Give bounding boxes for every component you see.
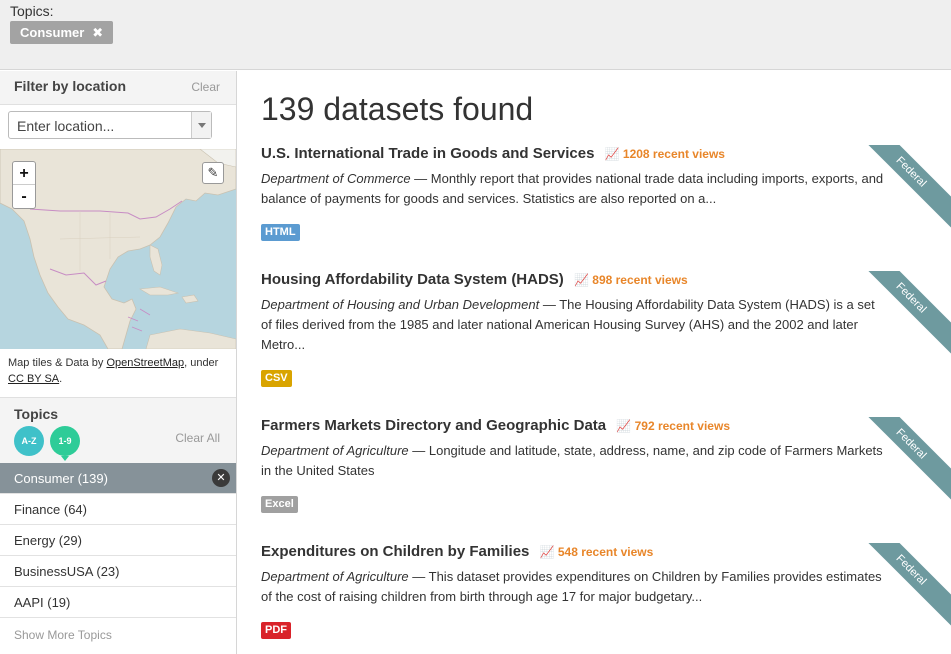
zoom-in-button[interactable]: + — [13, 162, 35, 185]
dataset-item: U.S. International Trade in Goods and Se… — [261, 145, 951, 267]
topics-label: Topics: — [10, 3, 54, 19]
dataset-title-link[interactable]: Farmers Markets Directory and Geographic… — [261, 417, 606, 434]
recent-views: 📈 792 recent views — [616, 419, 730, 433]
trending-icon: 📈 — [616, 419, 632, 433]
location-placeholder: Enter location... — [17, 118, 115, 134]
dataset-org: Department of Agriculture — [261, 569, 409, 584]
topics-header: Topics A-Z 1-9 Clear All — [0, 397, 236, 463]
results-count-heading: 139 datasets found — [261, 91, 534, 127]
show-more-topics-link[interactable]: Show More Topics — [14, 628, 112, 642]
attribution-prefix: Map tiles & Data by — [8, 357, 107, 369]
topic-item-label: Energy (29) — [14, 533, 82, 548]
topic-list: Consumer (139) ✕ Finance (64) Energy (29… — [0, 463, 236, 618]
views-count: 792 recent views — [634, 419, 730, 433]
map-attribution: Map tiles & Data by OpenStreetMap, under… — [8, 355, 233, 387]
dataset-org: Department of Housing and Urban Developm… — [261, 297, 540, 312]
dataset-description: Department of Agriculture — This dataset… — [261, 567, 889, 607]
trending-icon: 📈 — [573, 273, 589, 287]
dataset-description: Department of Agriculture — Longitude an… — [261, 441, 889, 481]
recent-views: 📈 898 recent views — [574, 273, 688, 287]
results-panel: 139 datasets found U.S. International Tr… — [261, 71, 951, 654]
active-topics-bar: Topics: Consumer ✖ — [0, 0, 951, 70]
filter-location-title: Filter by location — [14, 78, 127, 94]
openstreetmap-link[interactable]: OpenStreetMap — [106, 357, 184, 369]
topics-title: Topics — [14, 406, 59, 422]
dataset-title-row: Farmers Markets Directory and Geographic… — [261, 417, 730, 434]
attribution-mid: , under — [184, 357, 219, 369]
dataset-title-link[interactable]: Housing Affordability Data System (HADS) — [261, 271, 564, 288]
topic-item-label: AAPI (19) — [14, 595, 71, 610]
format-badge-csv[interactable]: CSV — [261, 370, 292, 387]
recent-views: 📈 548 recent views — [540, 545, 654, 559]
dataset-org: Department of Commerce — [261, 171, 411, 186]
dataset-item: Farmers Markets Directory and Geographic… — [261, 417, 951, 539]
zoom-out-button[interactable]: - — [13, 185, 35, 208]
dataset-description: Department of Housing and Urban Developm… — [261, 295, 889, 355]
topic-item-label: Finance (64) — [14, 502, 87, 517]
topic-item-label: Consumer (139) — [14, 471, 108, 486]
topic-item-consumer[interactable]: Consumer (139) ✕ — [0, 463, 236, 494]
topic-chip-consumer[interactable]: Consumer ✖ — [10, 21, 114, 44]
chevron-down-icon[interactable] — [191, 112, 211, 138]
views-count: 1208 recent views — [622, 147, 725, 161]
topic-item-aapi[interactable]: AAPI (19) — [0, 587, 236, 618]
filter-location-clear-button[interactable]: Clear — [191, 80, 220, 94]
map-zoom-control: + - — [12, 161, 36, 209]
location-map[interactable]: + - ✎ — [0, 149, 236, 349]
dataset-title-row: U.S. International Trade in Goods and Se… — [261, 145, 725, 162]
dataset-title-link[interactable]: U.S. International Trade in Goods and Se… — [261, 145, 594, 162]
dataset-item: Housing Affordability Data System (HADS)… — [261, 271, 951, 393]
topic-item-finance[interactable]: Finance (64) — [0, 494, 236, 525]
format-badge-pdf[interactable]: PDF — [261, 622, 291, 639]
dataset-title-link[interactable]: Expenditures on Children by Families — [261, 543, 529, 560]
topic-item-energy[interactable]: Energy (29) — [0, 525, 236, 556]
topic-item-label: BusinessUSA (23) — [14, 564, 120, 579]
location-select[interactable]: Enter location... — [8, 111, 212, 139]
recent-views: 📈 1208 recent views — [605, 147, 725, 161]
dataset-org: Department of Agriculture — [261, 443, 409, 458]
views-count: 898 recent views — [592, 273, 688, 287]
format-badge-html[interactable]: HTML — [261, 224, 300, 241]
trending-icon: 📈 — [539, 545, 555, 559]
sidebar: Filter by location Clear Enter location.… — [0, 71, 237, 654]
dataset-description: Department of Commerce — Monthly report … — [261, 169, 889, 209]
topic-item-businessusa[interactable]: BusinessUSA (23) — [0, 556, 236, 587]
format-badge-excel[interactable]: Excel — [261, 496, 298, 513]
attribution-end: . — [59, 373, 63, 385]
close-icon[interactable]: ✖ — [92, 21, 103, 44]
filter-location-header: Filter by location Clear — [0, 71, 236, 105]
topics-clear-all-button[interactable]: Clear All — [175, 431, 220, 445]
cc-by-sa-link[interactable]: CC BY SA — [8, 373, 59, 385]
close-icon[interactable]: ✕ — [212, 469, 230, 487]
pencil-icon[interactable]: ✎ — [202, 162, 224, 184]
views-count: 548 recent views — [557, 545, 654, 559]
sort-count-button[interactable]: 1-9 — [50, 426, 80, 461]
topic-chip-label: Consumer — [20, 25, 85, 40]
dataset-item: Expenditures on Children by Families 📈 5… — [261, 543, 951, 654]
dataset-title-row: Expenditures on Children by Families 📈 5… — [261, 543, 653, 560]
trending-icon: 📈 — [604, 147, 620, 161]
sort-alpha-button[interactable]: A-Z — [14, 426, 44, 456]
dataset-title-row: Housing Affordability Data System (HADS)… — [261, 271, 688, 288]
